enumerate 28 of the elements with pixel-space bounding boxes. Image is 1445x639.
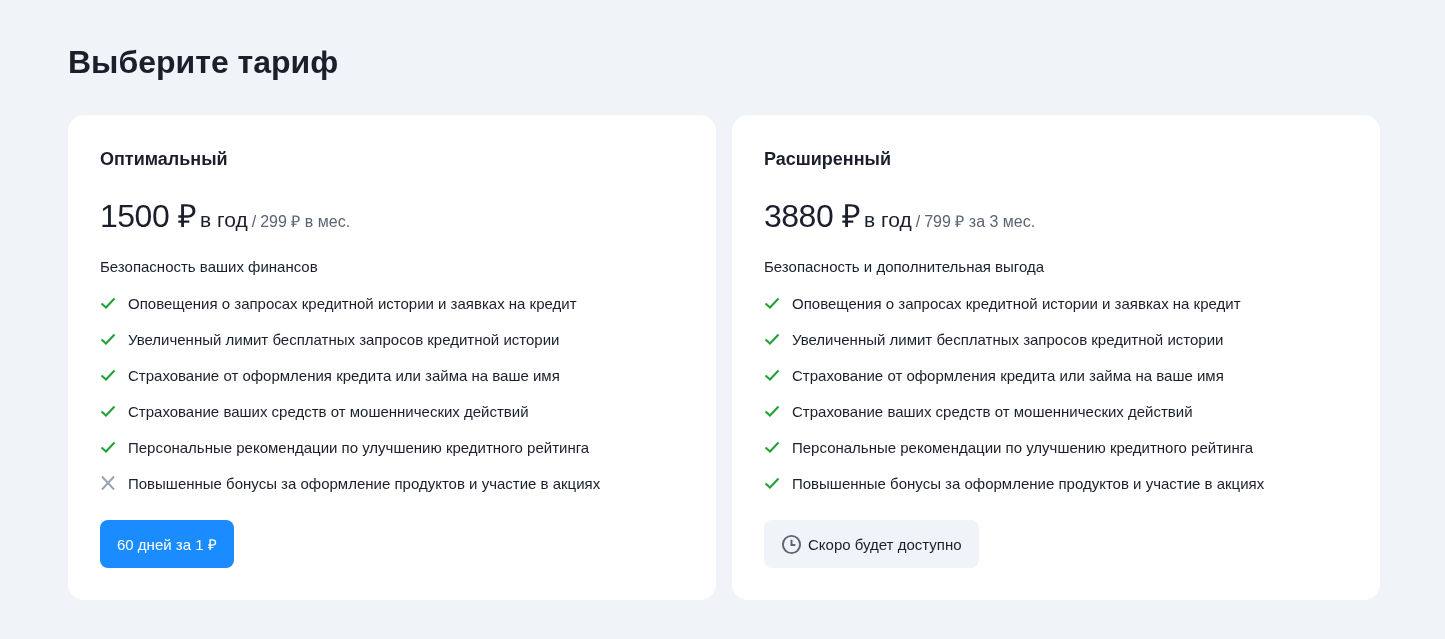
price-period: в год [200, 208, 248, 232]
feature-text: Страхование от оформления кредита или займа на ваше имя [792, 366, 1224, 384]
price-amount: 3880 ₽ [764, 197, 861, 236]
trial-button[interactable]: 60 дней за 1 ₽ [100, 520, 234, 568]
feature-text: Оповещения о запросах кредитной истории и заявках на кредит [128, 294, 577, 312]
feature-text: Увеличенный лимит бесплатных запросов кредитной истории [792, 330, 1224, 348]
plan-name: Расширенный [764, 149, 893, 170]
clock-icon [781, 533, 802, 555]
alternative-price: 799 ₽ за 3 мес. [924, 212, 1036, 232]
page-title: Выберите тариф [68, 44, 340, 81]
feature-text: Страхование от оформления кредита или займа на ваше имя [128, 366, 560, 384]
feature-text: Страхование ваших средств от мошеннических действий [792, 402, 1193, 420]
price-separator: / [251, 213, 257, 231]
feature-text: Персональные рекомендации по улучшению кредитного рейтинга [792, 438, 1254, 456]
alternative-price: 299 ₽ в мес. [260, 212, 351, 232]
price-period: в год [864, 208, 912, 232]
coming-soon-badge: Скоро будет доступно [764, 520, 979, 568]
plan-subtitle: Безопасность и дополнительная выгода [764, 258, 1046, 275]
plan-name: Оптимальный [100, 149, 229, 170]
feature-text: Страхование ваших средств от мошеннических действий [128, 402, 529, 420]
plan-subtitle: Безопасность ваших финансов [100, 258, 319, 275]
feature-text: Персональные рекомендации по улучшению кредитного рейтинга [128, 438, 590, 456]
price-separator: / [915, 213, 921, 231]
feature-text: Увеличенный лимит бесплатных запросов кредитной истории [128, 330, 560, 348]
feature-text: Повышенные бонусы за оформление продуктов и участие в акциях [128, 474, 601, 492]
price-amount: 1500 ₽ [100, 197, 197, 236]
feature-text: Оповещения о запросах кредитной истории и заявках на кредит [792, 294, 1241, 312]
feature-text: Повышенные бонусы за оформление продуктов и участие в акциях [792, 474, 1265, 492]
